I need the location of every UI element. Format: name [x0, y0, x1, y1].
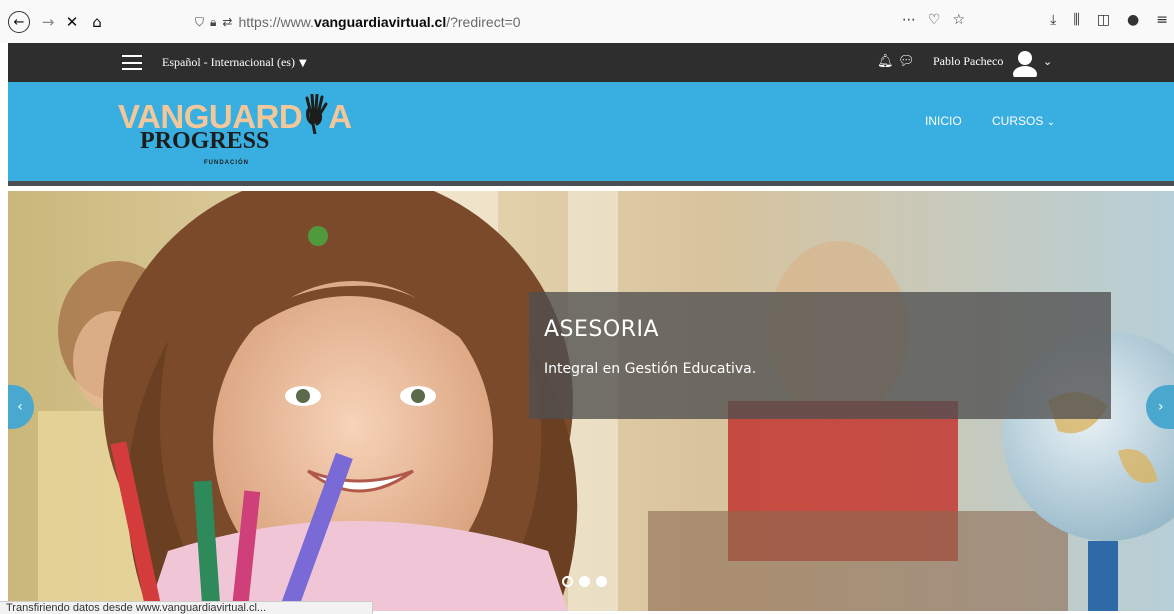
url-path: /?redirect=0 [446, 14, 521, 30]
logo-hand-icon [305, 94, 328, 134]
nav-link-inicio[interactable]: INICIO [925, 114, 962, 128]
notifications-bell-icon[interactable]: 🔔︎ [877, 54, 894, 69]
logo-progress-text: PROGRESS [140, 128, 270, 154]
language-label: Español - Internacional (es) [162, 55, 295, 69]
lock-icon[interactable]: 🔒︎ [210, 15, 216, 30]
page-actions-icon[interactable]: ⋯ [902, 12, 916, 28]
browser-status-bar: Transfiriendo datos desde www.vanguardia… [0, 601, 373, 614]
cursos-label: CURSOS [992, 114, 1044, 128]
url-prefix: https://www. [238, 14, 314, 30]
site-logo[interactable]: VANGUARD A PROGRESS FUNDACIÓN [118, 94, 368, 170]
logo-fundacion-text: FUNDACIÓN [204, 160, 249, 166]
permissions-icon[interactable]: ⇄ [222, 15, 232, 29]
carousel-indicator[interactable] [596, 576, 607, 587]
browser-toolbar: ← → ✕ ⌂ ⛉ 🔒︎ ⇄ https://www. vanguardiavir… [0, 0, 1174, 43]
downloads-icon[interactable]: ⤓ [1050, 12, 1056, 28]
language-selector[interactable]: Español - Internacional (es) ▼ [162, 55, 307, 70]
image-carousel: ASESORIA Integral en Gestión Educativa. … [8, 191, 1174, 611]
home-icon[interactable]: ⌂ [86, 11, 108, 33]
menu-icon[interactable]: ≡ [1156, 12, 1168, 28]
chevron-left-icon: ‹ [17, 399, 23, 415]
stop-icon[interactable]: ✕ [61, 11, 83, 33]
top-navbar: Español - Internacional (es) ▼ 🔔︎ 💬︎ Pabl… [8, 43, 1174, 82]
slide-caption: ASESORIA Integral en Gestión Educativa. [529, 292, 1111, 419]
carousel-indicator[interactable] [562, 576, 573, 587]
browser-window: ← → ✕ ⌂ ⛉ 🔒︎ ⇄ https://www. vanguardiavir… [0, 0, 1174, 614]
hamburger-menu-icon[interactable] [122, 55, 142, 70]
tracking-shield-icon[interactable]: ⛉ [195, 15, 204, 30]
user-name[interactable]: Pablo Pacheco [933, 54, 1003, 69]
site-header: VANGUARD A PROGRESS FUNDACIÓN INICIO CURS… [8, 82, 1174, 186]
chevron-down-icon: ⌄ [1046, 117, 1056, 128]
user-avatar-icon[interactable] [1011, 49, 1039, 77]
user-menu-chevron-icon[interactable]: ⌄ [1043, 55, 1052, 68]
library-icon[interactable]: ⫼ [1073, 12, 1079, 28]
forward-icon[interactable]: → [37, 11, 59, 33]
carousel-indicators [562, 576, 607, 587]
caret-down-icon: ▼ [298, 58, 307, 69]
chevron-right-icon: › [1158, 399, 1164, 415]
slide-subtitle: Integral en Gestión Educativa. [544, 361, 757, 377]
slide-title: ASESORIA [544, 317, 660, 342]
url-bar[interactable]: ⛉ 🔒︎ ⇄ https://www. vanguardiavirtual.cl /… [195, 9, 965, 35]
back-icon[interactable]: ← [8, 11, 30, 33]
pocket-icon[interactable]: ♡ [928, 12, 941, 28]
nav-dropdown-cursos[interactable]: CURSOS ⌄ [992, 114, 1055, 128]
carousel-indicator[interactable] [579, 576, 590, 587]
bookmark-star-icon[interactable]: ☆ [952, 12, 965, 28]
account-icon[interactable]: ● [1127, 12, 1139, 28]
messages-icon[interactable]: 💬︎ [898, 54, 915, 69]
sidebar-icon[interactable]: ◫ [1097, 12, 1110, 28]
url-domain: vanguardiavirtual.cl [313, 14, 447, 30]
